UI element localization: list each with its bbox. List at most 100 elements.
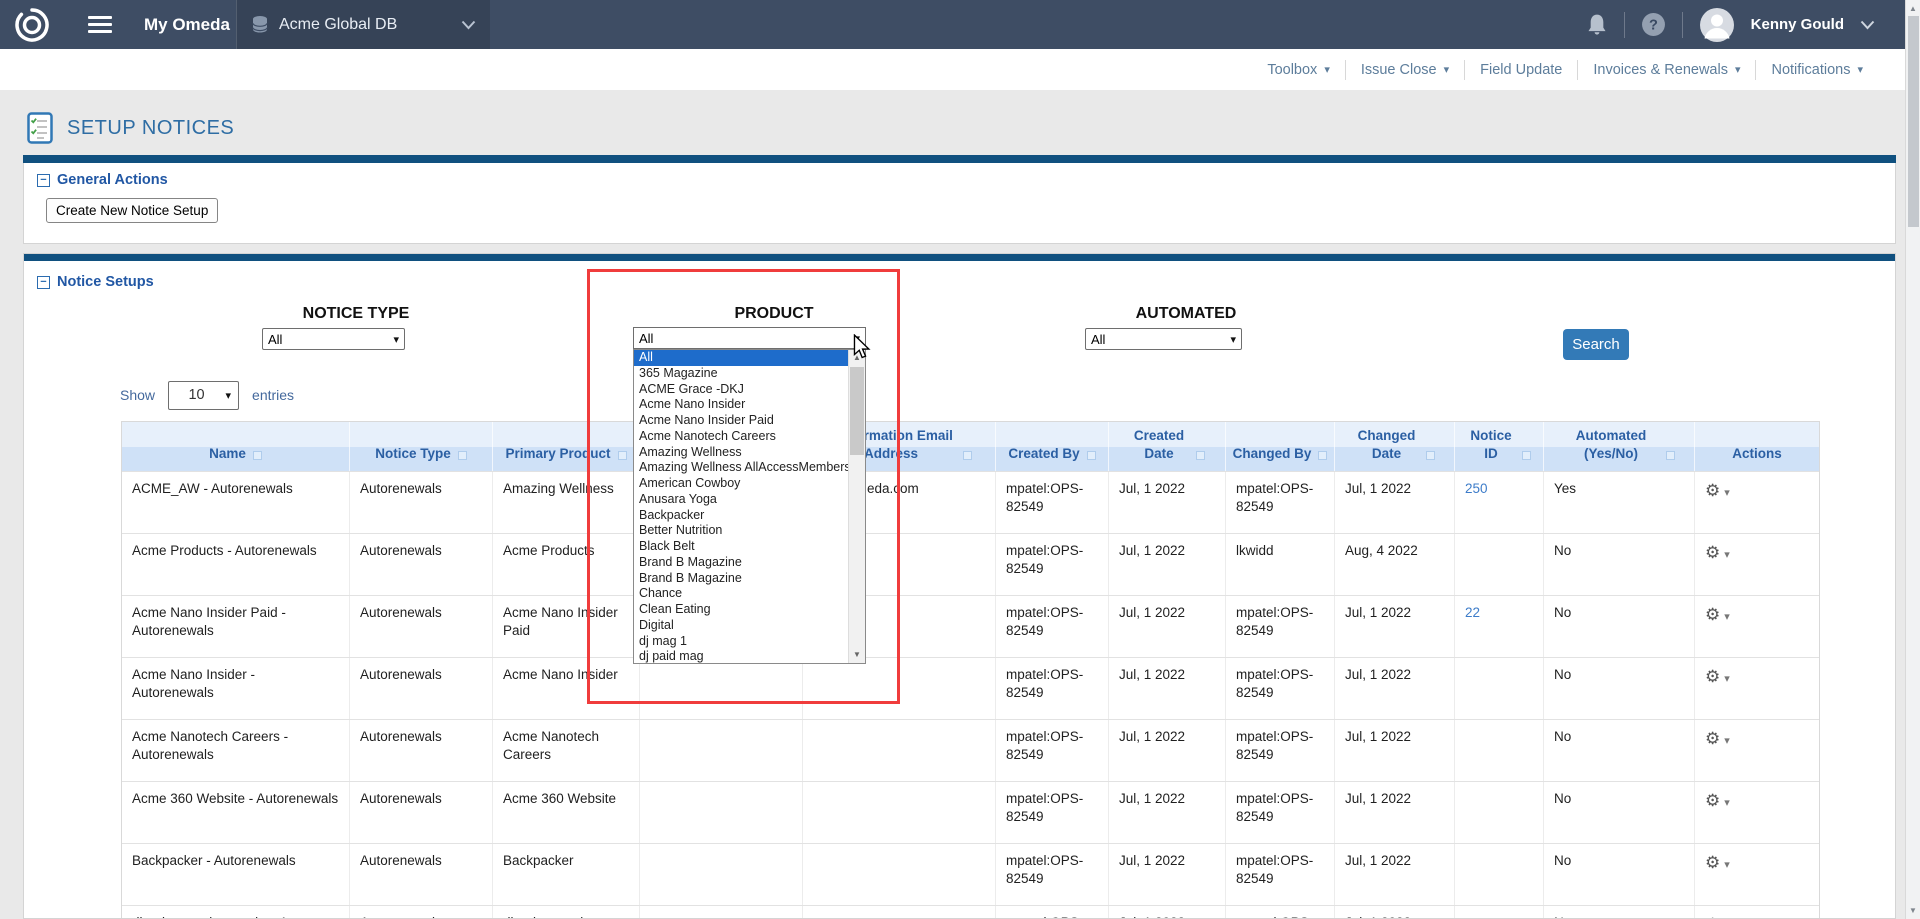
row-actions-caret-icon[interactable]: ▾ [1724, 549, 1730, 561]
select-chevron-icon: ▾ [393, 333, 399, 346]
column-header[interactable]: Created Date [1109, 422, 1226, 471]
product-option[interactable]: dj paid mag [634, 649, 865, 664]
scrollbar-thumb[interactable] [850, 367, 864, 455]
toolbar-item-notifications[interactable]: Notifications▾ [1756, 62, 1878, 78]
column-header[interactable]: Notice Type [350, 422, 493, 471]
notice-type-select[interactable]: All ▾ [262, 328, 405, 350]
user-name[interactable]: Kenny Gould [1751, 16, 1844, 33]
row-actions-caret-icon[interactable]: ▾ [1724, 611, 1730, 623]
cell-col4 [640, 844, 803, 905]
notice-id-link[interactable]: 250 [1465, 481, 1488, 496]
cell-confirmation_email [803, 658, 996, 719]
sort-icon[interactable] [618, 451, 627, 460]
product-select[interactable]: All ▾ [633, 327, 866, 349]
scrollbar-thumb[interactable] [1908, 16, 1919, 227]
column-header[interactable]: Name [122, 422, 350, 471]
sort-icon[interactable] [458, 451, 467, 460]
cell-created_by: mpatel:OPS-82549 [996, 534, 1109, 595]
product-option[interactable]: Black Belt [634, 539, 865, 555]
scroll-down-icon[interactable]: ▼ [1906, 903, 1920, 918]
user-menu-chevron-icon[interactable] [1860, 20, 1875, 30]
product-option[interactable]: 365 Magazine [634, 366, 865, 382]
product-option[interactable]: Acme Nano Insider Paid [634, 413, 865, 429]
sort-icon[interactable] [1196, 451, 1205, 460]
product-option[interactable]: Better Nutrition [634, 523, 865, 539]
column-header[interactable]: Created By [996, 422, 1109, 471]
toolbar-item-issue-close[interactable]: Issue Close▾ [1346, 62, 1464, 78]
collapse-icon[interactable]: − [37, 276, 50, 289]
cell-created_by: mpatel:OPS-82549 [996, 472, 1109, 533]
cell-automated: No [1544, 906, 1695, 919]
sort-icon[interactable] [253, 451, 262, 460]
product-option[interactable]: ACME Grace -DKJ [634, 382, 865, 398]
sort-icon[interactable] [963, 451, 972, 460]
product-option[interactable]: Brand B Magazine [634, 555, 865, 571]
row-actions-gear-icon[interactable]: ⚙ [1705, 853, 1720, 872]
table-row: Acme Nanotech Careers - AutorenewalsAuto… [122, 719, 1819, 781]
cell-automated: No [1544, 844, 1695, 905]
product-option[interactable]: Acme Nanotech Careers [634, 429, 865, 445]
product-option[interactable]: Amazing Wellness [634, 445, 865, 461]
product-option[interactable]: Chance [634, 586, 865, 602]
cell-actions: ⚙▾ [1695, 782, 1819, 843]
notifications-bell-icon[interactable] [1586, 13, 1608, 37]
column-header[interactable]: Changed By [1226, 422, 1335, 471]
product-option[interactable]: dj mag 1 [634, 634, 865, 650]
product-option[interactable]: Brand B Magazine [634, 571, 865, 587]
product-option[interactable]: Digital [634, 618, 865, 634]
row-actions-caret-icon[interactable]: ▾ [1724, 735, 1730, 747]
product-option[interactable]: Anusara Yoga [634, 492, 865, 508]
product-option[interactable]: Acme Nano Insider [634, 397, 865, 413]
toolbar-item-field-update[interactable]: Field Update [1465, 62, 1577, 78]
cell-primary_product: Acme Nanotech Careers [493, 720, 640, 781]
column-header[interactable]: Automated (Yes/No) [1544, 422, 1695, 471]
omeda-logo-icon[interactable] [14, 7, 50, 43]
product-option[interactable]: All [634, 350, 865, 366]
row-actions-gear-icon[interactable]: ⚙ [1705, 481, 1720, 500]
dropdown-scrollbar[interactable]: ▲ ▼ [848, 350, 865, 663]
sort-icon[interactable] [1666, 451, 1675, 460]
row-actions-caret-icon[interactable]: ▾ [1724, 673, 1730, 685]
brand-title[interactable]: My Omeda [144, 15, 230, 35]
product-option[interactable]: Backpacker [634, 508, 865, 524]
row-actions-gear-icon[interactable]: ⚙ [1705, 791, 1720, 810]
toolbar-item-invoices-renewals[interactable]: Invoices & Renewals▾ [1578, 62, 1755, 78]
help-icon[interactable]: ? [1641, 12, 1666, 37]
database-selector[interactable]: Acme Global DB [236, 0, 490, 49]
sort-icon[interactable] [1522, 451, 1531, 460]
product-option[interactable]: Clean Eating [634, 602, 865, 618]
avatar[interactable] [1699, 7, 1735, 43]
row-actions-caret-icon[interactable]: ▾ [1724, 487, 1730, 499]
product-option[interactable]: Amazing Wellness AllAccessMembership [634, 460, 865, 476]
menu-icon[interactable] [88, 16, 112, 33]
row-actions-gear-icon[interactable]: ⚙ [1705, 729, 1720, 748]
create-notice-setup-button[interactable]: Create New Notice Setup [46, 198, 218, 223]
row-actions-caret-icon[interactable]: ▾ [1724, 797, 1730, 809]
row-actions-gear-icon[interactable]: ⚙ [1705, 667, 1720, 686]
sort-icon[interactable] [1426, 451, 1435, 460]
toolbar-item-toolbox[interactable]: Toolbox▾ [1252, 62, 1345, 78]
page-scrollbar[interactable]: ▲ ▼ [1905, 0, 1920, 919]
cell-confirmation_email [803, 906, 996, 919]
scroll-down-icon[interactable]: ▼ [849, 647, 865, 663]
table-body: ACME_AW - AutorenewalsAutorenewalsAmazin… [122, 471, 1819, 919]
column-header[interactable]: Primary Product [493, 422, 640, 471]
row-actions-gear-icon[interactable]: ⚙ [1705, 605, 1720, 624]
scroll-up-icon[interactable]: ▲ [849, 350, 865, 366]
scroll-up-icon[interactable]: ▲ [1906, 1, 1920, 16]
column-header[interactable]: Changed Date [1335, 422, 1455, 471]
cell-created_by: mpatel:OPS-82549 [996, 906, 1109, 919]
entries-count-select[interactable]: 10 ▾ [168, 381, 239, 410]
automated-select[interactable]: All ▾ [1085, 328, 1242, 350]
row-actions-gear-icon[interactable]: ⚙ [1705, 915, 1720, 919]
row-actions-gear-icon[interactable]: ⚙ [1705, 543, 1720, 562]
column-header[interactable]: Notice ID [1455, 422, 1544, 471]
search-button[interactable]: Search [1563, 329, 1629, 360]
collapse-icon[interactable]: − [37, 174, 50, 187]
sort-icon[interactable] [1087, 451, 1096, 460]
notice-id-link[interactable]: 22 [1465, 605, 1480, 620]
row-actions-caret-icon[interactable]: ▾ [1724, 859, 1730, 871]
product-option[interactable]: American Cowboy [634, 476, 865, 492]
sort-icon[interactable] [1318, 451, 1327, 460]
cell-changed_date: Jul, 1 2022 [1335, 596, 1455, 657]
